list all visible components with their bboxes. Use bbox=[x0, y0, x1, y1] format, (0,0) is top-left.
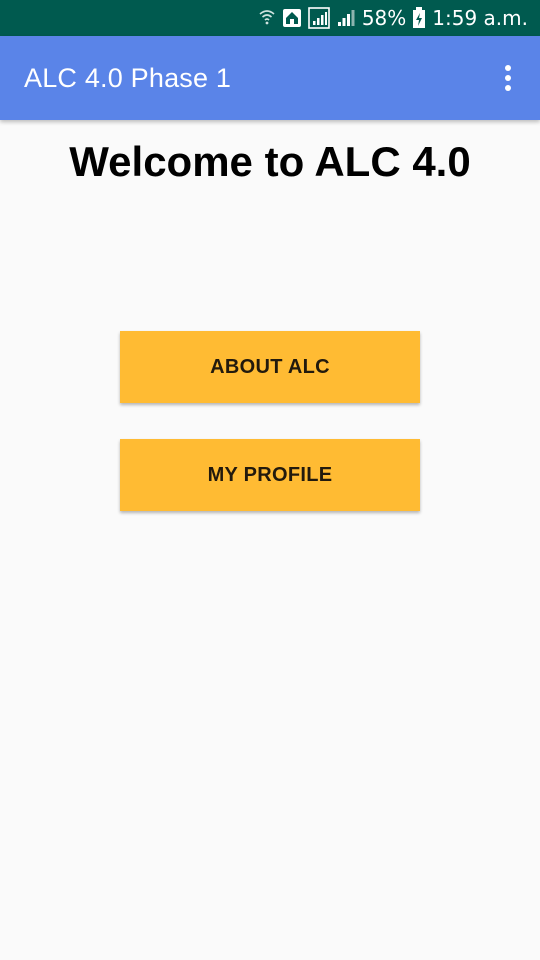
more-vert-icon[interactable] bbox=[496, 54, 520, 102]
menu-dot bbox=[505, 85, 511, 91]
menu-dot bbox=[505, 75, 511, 81]
wifi-calling-icon bbox=[258, 0, 276, 36]
welcome-heading: Welcome to ALC 4.0 bbox=[69, 138, 471, 185]
my-profile-button[interactable]: MY PROFILE bbox=[120, 439, 420, 511]
app-title: ALC 4.0 Phase 1 bbox=[24, 62, 232, 93]
cell-signal-icon bbox=[336, 0, 356, 36]
about-alc-button[interactable]: ABOUT ALC bbox=[120, 331, 420, 403]
sim-signal-icon bbox=[308, 0, 330, 36]
home-icon bbox=[282, 0, 302, 36]
menu-dot bbox=[505, 65, 511, 71]
status-bar: 58% 1:59 a.m. bbox=[0, 0, 540, 36]
battery-percent: 58% bbox=[361, 6, 407, 30]
clock: 1:59 a.m. bbox=[432, 6, 528, 30]
battery-charging-icon bbox=[412, 0, 426, 36]
app-bar: ALC 4.0 Phase 1 bbox=[0, 36, 540, 120]
